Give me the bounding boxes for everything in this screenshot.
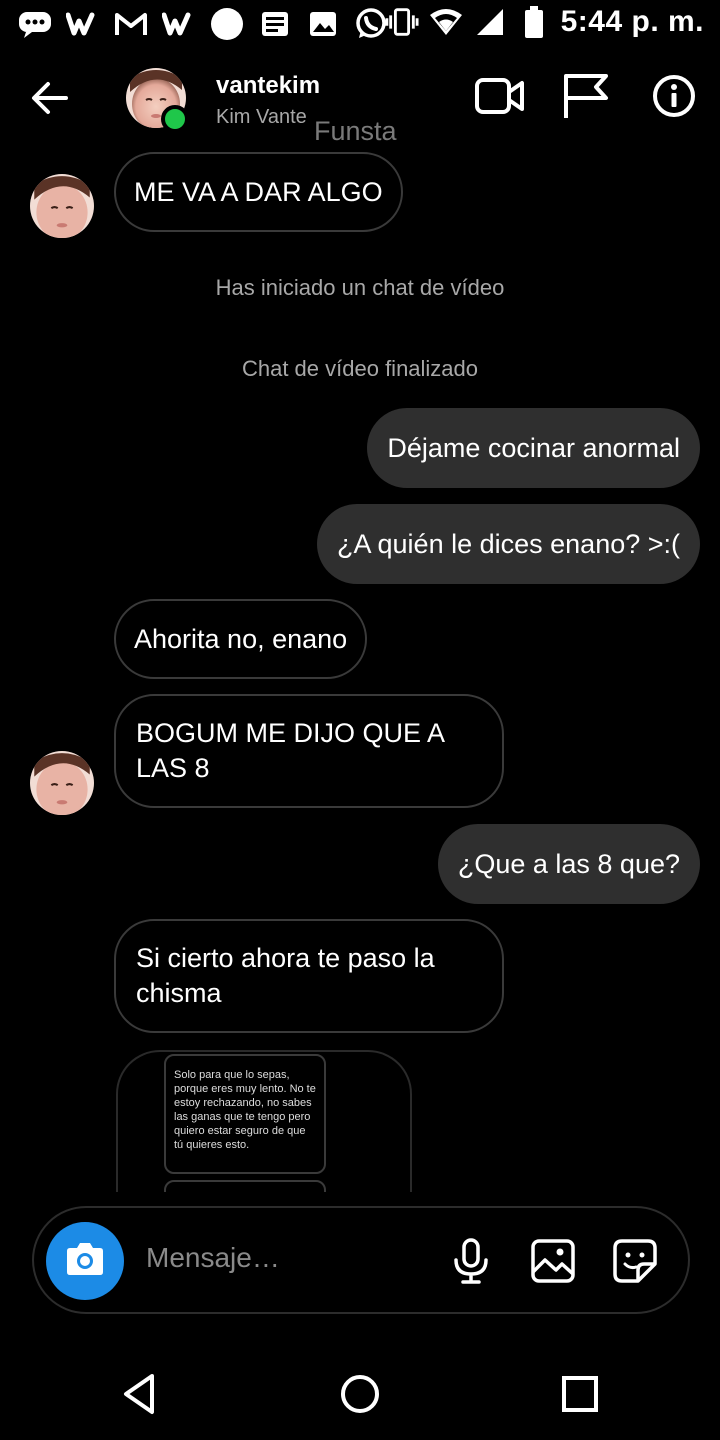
message-bubble-outgoing[interactable]: Déjame cocinar anormal bbox=[367, 408, 700, 488]
online-status-dot bbox=[161, 105, 189, 133]
home-circle-icon[interactable] bbox=[336, 1370, 384, 1418]
message-bubble-incoming[interactable]: BOGUM ME DIJO QUE A LAS 8 bbox=[114, 694, 504, 808]
avatar[interactable] bbox=[30, 174, 94, 238]
message-icon bbox=[18, 6, 52, 42]
wifi-icon bbox=[429, 4, 463, 40]
battery-icon bbox=[517, 4, 551, 40]
chat-header: vantekim Kim Vante Funsta bbox=[0, 58, 720, 148]
gallery-icon[interactable] bbox=[530, 1238, 576, 1284]
message-bubble-incoming[interactable]: Si cierto ahora te paso la chisma bbox=[114, 919, 504, 1033]
message-text: ME VA A DAR ALGO bbox=[134, 176, 383, 207]
message-bubble-outgoing[interactable]: ¿Que a las 8 que? bbox=[437, 824, 700, 904]
system-message: Chat de vídeo finalizado bbox=[241, 356, 479, 381]
message-text: ¿Que a las 8 que? bbox=[457, 848, 680, 879]
camera-button[interactable] bbox=[46, 1222, 124, 1300]
status-bar: 5:44 p. m. bbox=[0, 0, 720, 50]
avatar[interactable] bbox=[30, 751, 94, 815]
back-arrow-icon[interactable] bbox=[28, 78, 72, 118]
message-bubble-outgoing[interactable]: ¿A quién le dices enano? >:( bbox=[317, 504, 700, 584]
shared-post[interactable]: Solo para que lo sepas, porque eres muy … bbox=[116, 1050, 412, 1192]
full-name: Kim Vante bbox=[216, 106, 307, 128]
flag-icon[interactable] bbox=[558, 72, 614, 120]
shared-post-note-2 bbox=[164, 1180, 326, 1192]
recents-square-icon[interactable] bbox=[556, 1370, 604, 1418]
news-icon bbox=[258, 6, 292, 42]
system-navigation-bar bbox=[0, 1348, 720, 1440]
back-triangle-icon[interactable] bbox=[116, 1370, 164, 1418]
camera-icon bbox=[63, 1239, 107, 1284]
message-text: Déjame cocinar anormal bbox=[387, 432, 680, 463]
info-icon[interactable] bbox=[646, 72, 702, 120]
message-text: Si cierto ahora te paso la chisma bbox=[136, 943, 435, 1008]
message-bubble-incoming[interactable]: ME VA A DAR ALGO bbox=[114, 152, 403, 232]
message-text: BOGUM ME DIJO QUE A LAS 8 bbox=[136, 718, 444, 783]
wattpad-icon bbox=[66, 6, 100, 42]
image-icon bbox=[306, 6, 340, 42]
system-status: 5:44 p. m. bbox=[385, 4, 704, 40]
system-message: Has iniciado un chat de vídeo bbox=[215, 275, 505, 300]
signal-icon bbox=[473, 4, 507, 40]
message-composer: Mensaje… bbox=[32, 1206, 690, 1314]
vibrate-icon bbox=[385, 4, 419, 40]
circle-icon bbox=[210, 6, 244, 42]
shared-post-note: Solo para que lo sepas, porque eres muy … bbox=[164, 1054, 326, 1174]
clock: 5:44 p. m. bbox=[560, 5, 704, 38]
sticker-icon[interactable] bbox=[612, 1238, 658, 1284]
whatsapp-icon bbox=[354, 6, 388, 42]
microphone-icon[interactable] bbox=[448, 1238, 494, 1284]
message-text: Ahorita no, enano bbox=[134, 623, 348, 654]
video-call-icon[interactable] bbox=[472, 72, 528, 120]
username[interactable]: vantekim bbox=[216, 72, 320, 100]
message-input[interactable]: Mensaje… bbox=[146, 1242, 280, 1274]
watermark: Funsta bbox=[314, 116, 397, 146]
wattpad-icon bbox=[162, 6, 196, 42]
notification-icons bbox=[18, 6, 388, 42]
message-bubble-incoming[interactable]: Ahorita no, enano bbox=[114, 599, 368, 679]
message-text: ¿A quién le dices enano? >:( bbox=[337, 528, 680, 559]
gmail-icon bbox=[114, 6, 148, 42]
